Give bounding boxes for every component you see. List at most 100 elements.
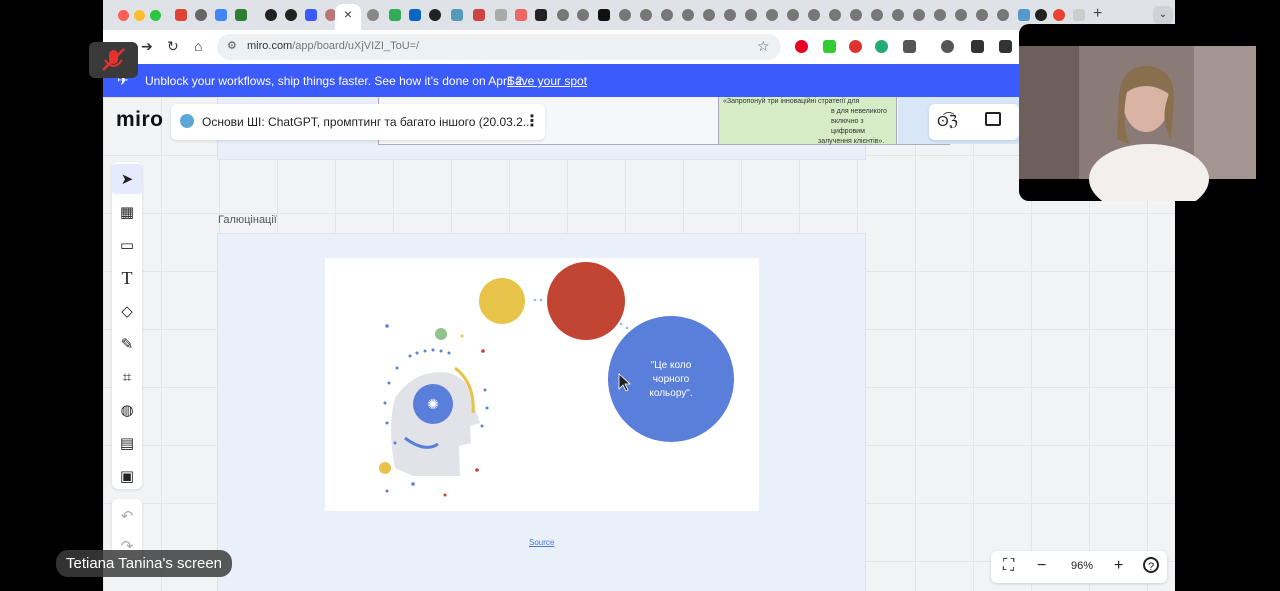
tab-icon[interactable] <box>473 9 485 21</box>
tab-icon[interactable] <box>577 9 589 21</box>
tab-icon[interactable] <box>598 9 610 21</box>
tab-icon[interactable] <box>1035 9 1047 21</box>
hallucinations-frame[interactable]: ✺ "Це коло чорного кольору". Source <box>217 233 866 591</box>
tab-icon[interactable] <box>703 9 715 21</box>
extension-icon[interactable] <box>875 40 888 53</box>
tab-icon[interactable] <box>495 9 507 21</box>
microphone-muted-icon[interactable] <box>89 42 138 78</box>
tab-icon[interactable] <box>745 9 757 21</box>
tab-icon[interactable] <box>871 9 883 21</box>
tab-icon[interactable] <box>305 9 317 21</box>
board-canvas[interactable]: «Запропонуй три інноваційні стратегії дл… <box>103 97 1175 591</box>
passwords-icon[interactable] <box>941 40 954 53</box>
board-name[interactable]: Основи ШІ: ChatGPT, промптинг та багато … <box>202 115 533 129</box>
palette-tool-icon[interactable]: ◍ <box>112 395 142 425</box>
help-icon[interactable]: ? <box>1143 557 1159 573</box>
url-field[interactable]: ⚙ miro.com/app/board/uXjVIZI_ToU=/ ☆ <box>217 34 781 60</box>
site-info-icon[interactable]: ⚙ <box>227 39 237 52</box>
tab-close-icon[interactable]: × <box>340 6 356 22</box>
reload-icon[interactable]: ↻ <box>167 38 179 55</box>
board-title-bar[interactable]: Основи ШІ: ChatGPT, промптинг та багато … <box>171 104 545 140</box>
collab-toolbar: ʘ͡ℨ <box>929 104 1019 140</box>
tab-icon[interactable] <box>997 9 1009 21</box>
tab-icon[interactable] <box>661 9 673 21</box>
creation-toolbar: ➤ ▦ ▭ T ◇ ✎ ⌗ ◍ ▤ ▣ <box>112 162 142 489</box>
tab-icon[interactable] <box>850 9 862 21</box>
screen-share-label: Tetiana Tanina's screen <box>56 550 233 577</box>
save-spot-link[interactable]: Save your spot <box>507 74 587 88</box>
tab-icon[interactable] <box>955 9 967 21</box>
sticky-note-tool-icon[interactable]: ▭ <box>112 230 142 260</box>
tab-icon[interactable] <box>265 9 277 21</box>
illustration-image[interactable]: ✺ "Це коло чорного кольору". <box>325 258 759 511</box>
presentation-icon[interactable] <box>985 112 1001 126</box>
tab-icon[interactable] <box>682 9 694 21</box>
tab-icon[interactable] <box>535 9 547 21</box>
miro-logo[interactable]: miro <box>116 108 164 132</box>
tab-icon[interactable] <box>787 9 799 21</box>
fit-to-screen-icon[interactable]: ⛶ <box>1003 557 1014 575</box>
comment-tool-icon[interactable]: ▤ <box>112 428 142 458</box>
tab-icon[interactable] <box>724 9 736 21</box>
tab-icon[interactable] <box>367 9 379 21</box>
tab-icon[interactable] <box>451 9 463 21</box>
tab-icon[interactable] <box>640 9 652 21</box>
shapes-tool-icon[interactable]: ◇ <box>112 296 142 326</box>
text-tool-icon[interactable]: T <box>112 263 142 293</box>
tab-icon[interactable] <box>913 9 925 21</box>
tab-icon[interactable] <box>934 9 946 21</box>
tab-icon[interactable] <box>285 9 297 21</box>
templates-tool-icon[interactable]: ▦ <box>112 197 142 227</box>
promo-banner: ✈ Unblock your workflows, ship things fa… <box>103 64 1175 97</box>
gmail-tab-icon[interactable] <box>175 9 187 21</box>
tab-icon[interactable] <box>515 9 527 21</box>
window-zoom-dot[interactable] <box>150 10 161 21</box>
forward-icon[interactable]: ➔ <box>141 38 153 55</box>
extensions-puzzle-icon[interactable] <box>903 40 916 53</box>
pen-tool-icon[interactable]: ✎ <box>112 329 142 359</box>
tab-icon[interactable] <box>1018 9 1030 21</box>
payment-card-icon[interactable] <box>971 40 984 53</box>
table-cell-green[interactable]: «Запропонуй три інноваційні стратегії дл… <box>718 97 897 145</box>
docs-tab-icon[interactable] <box>215 9 227 21</box>
tab-icon[interactable] <box>429 9 441 21</box>
board-menu-button[interactable]: ⋮ <box>524 111 540 131</box>
dot <box>385 324 389 328</box>
source-link[interactable]: Source <box>529 538 554 547</box>
window-close-dot[interactable] <box>118 10 129 21</box>
extension-icon[interactable] <box>849 40 862 53</box>
extension-icon[interactable] <box>823 40 836 53</box>
blue-circle-text-line-2: чорного <box>653 374 690 385</box>
tab-icon[interactable] <box>619 9 631 21</box>
tab-icon[interactable] <box>1073 9 1085 21</box>
globe-icon <box>180 114 194 128</box>
more-apps-icon[interactable]: ▣ <box>112 461 142 491</box>
collaboration-icon[interactable]: ʘ͡ℨ <box>937 112 958 130</box>
frame-title[interactable]: Галюцінації <box>218 214 277 226</box>
tab-icon[interactable] <box>389 9 401 21</box>
undo-icon[interactable]: ↶ <box>112 501 142 531</box>
print-icon[interactable] <box>999 40 1012 53</box>
tab-icon[interactable] <box>766 9 778 21</box>
new-tab-button[interactable]: + <box>1093 5 1102 23</box>
tab-icon[interactable] <box>892 9 904 21</box>
zoom-out-button[interactable]: − <box>1037 557 1046 575</box>
tab-icon[interactable] <box>808 9 820 21</box>
home-icon[interactable]: ⌂ <box>194 38 202 54</box>
sheets-tab-icon[interactable] <box>235 9 247 21</box>
tab-strip: × + ⌄ <box>103 0 1175 30</box>
bookmark-star-icon[interactable]: ☆ <box>757 38 770 55</box>
tab-icon[interactable] <box>976 9 988 21</box>
tab-icon[interactable] <box>195 9 207 21</box>
window-minimize-dot[interactable] <box>134 10 145 21</box>
google-tab-icon[interactable] <box>1053 9 1065 21</box>
zoom-in-button[interactable]: + <box>1114 557 1123 575</box>
frame-tool-icon[interactable]: ⌗ <box>112 362 142 392</box>
tab-icon[interactable] <box>829 9 841 21</box>
pinterest-extension-icon[interactable] <box>795 40 808 53</box>
select-tool-icon[interactable]: ➤ <box>112 164 142 194</box>
tab-search-button[interactable]: ⌄ <box>1153 6 1173 24</box>
linkedin-tab-icon[interactable] <box>409 9 421 21</box>
zoom-level[interactable]: 96% <box>1071 560 1093 572</box>
tab-icon[interactable] <box>557 9 569 21</box>
